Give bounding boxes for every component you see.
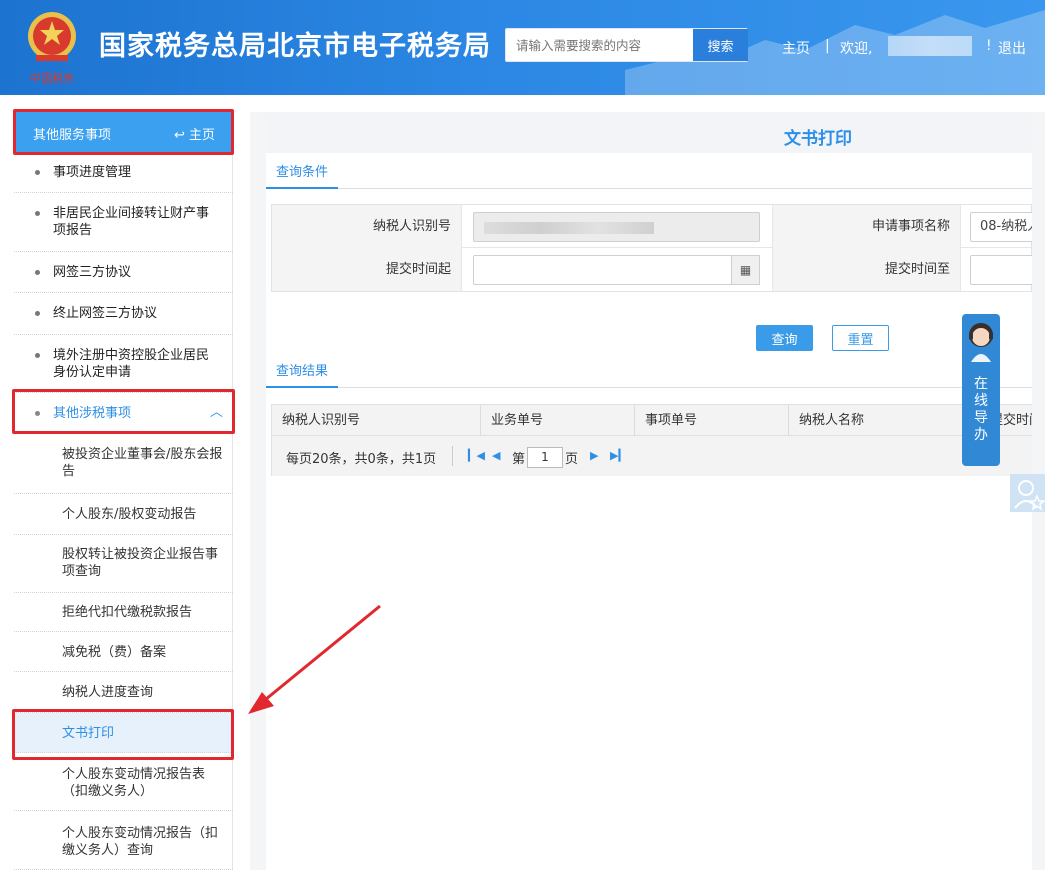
taxpayer-id-label: 纳税人识别号 [272, 205, 462, 248]
sidebar-header: 其他服务事项 ↩ 主页 [14, 112, 233, 153]
home-link[interactable]: 主页 [782, 38, 810, 58]
sidebar-item-terminate[interactable]: 终止网签三方协议 [14, 293, 233, 335]
logout-link[interactable]: 退出 [998, 38, 1026, 58]
query-row: 提交时间起 ▦ 提交时间至 [272, 248, 1032, 291]
sidebar-subitem[interactable]: 纳税人进度查询 [14, 672, 233, 713]
bullet-icon [35, 411, 40, 416]
back-arrow-icon: ↩ [174, 128, 190, 143]
taxpayer-id-field [473, 212, 760, 242]
search-button[interactable]: 搜索 [693, 29, 748, 61]
calendar-icon[interactable]: ▦ [731, 255, 760, 285]
sidebar: 其他服务事项 ↩ 主页 事项进度管理 非居民企业间接转让财产事项报告 网签三方协… [14, 112, 233, 870]
divider [266, 387, 1032, 388]
page-prefix: 第 [512, 452, 526, 467]
svg-text:中国税务: 中国税务 [30, 71, 74, 85]
tab-query-conditions[interactable]: 查询条件 [266, 158, 338, 189]
column-header: 事项单号 [635, 405, 789, 436]
guide-label: 在线导办 [962, 376, 1000, 444]
bullet-icon [35, 311, 40, 316]
bullet-icon [35, 353, 40, 358]
apply-item-select[interactable]: 08-纳税人 [970, 212, 1032, 242]
submit-from-label: 提交时间起 [272, 248, 462, 291]
page-title: 文书打印 [784, 129, 852, 149]
prev-page-icon[interactable]: ◀ [492, 449, 500, 462]
site-title: 国家税务总局北京市电子税务局 [99, 31, 491, 62]
sidebar-subitem-active[interactable]: 文书打印 [14, 713, 233, 753]
guide-text: 在线导办 [974, 376, 988, 443]
divider [266, 188, 1032, 189]
sidebar-item-other[interactable]: 其他涉税事项 ︿ [14, 393, 233, 434]
sidebar-subitem[interactable]: 个人股东变动情况报告（扣缴义务人）查询 [14, 811, 233, 870]
first-page-icon[interactable]: ▎◀ [468, 449, 485, 462]
apply-item-label: 申请事项名称 [772, 205, 961, 248]
sidebar-subitem[interactable]: 拒绝代扣代缴税款报告 [14, 593, 233, 632]
query-row: 纳税人识别号 申请事项名称 08-纳税人 [272, 205, 1032, 248]
tab-query-results[interactable]: 查询结果 [266, 357, 338, 388]
last-page-icon[interactable]: ▶▎ [610, 449, 627, 462]
sidebar-item-resident-cert[interactable]: 境外注册中资控股企业居民身份认定申请 [14, 335, 233, 393]
query-button[interactable]: 查询 [756, 325, 813, 351]
bullet-icon [35, 270, 40, 275]
assistant-avatar-icon [969, 323, 993, 362]
submit-to-input[interactable] [970, 255, 1032, 285]
nav-separator: ! [986, 38, 992, 54]
results-table: 纳税人识别号 业务单号 事项单号 纳税人名称 提交时间 每页20条，共0条，共1… [271, 404, 1032, 476]
query-form: 纳税人识别号 申请事项名称 08-纳税人 提交时间起 ▦ 提交时间至 [271, 204, 1032, 292]
sidebar-subitem[interactable]: 减免税（费）备案 [14, 632, 233, 672]
sidebar-item-progress[interactable]: 事项进度管理 [14, 153, 233, 193]
pagination: 每页20条，共0条，共1页 ▎◀ ◀ 第 1 页 ▶ ▶▎ [272, 436, 1032, 476]
search-input[interactable] [506, 29, 692, 61]
sidebar-header-label: 其他服务事项 [33, 128, 112, 143]
main-panel: 文书打印 查询条件 纳税人识别号 申请事项名称 08-纳税人 提交时间起 ▦ 提… [266, 114, 1032, 870]
bullet-icon [35, 211, 40, 216]
top-header: 中国税务 国家税务总局北京市电子税务局 搜索 主页 | 欢迎, ! 退出 [0, 0, 1045, 95]
redacted-value [484, 222, 654, 234]
page-number-input[interactable]: 1 [527, 447, 563, 468]
bullet-icon [35, 170, 40, 175]
online-guide-button[interactable]: 在线导办 [962, 314, 1000, 466]
pager-summary: 每页20条，共0条，共1页 [286, 452, 437, 467]
next-page-icon[interactable]: ▶ [590, 449, 598, 462]
sidebar-home-link[interactable]: ↩ 主页 [174, 124, 215, 143]
welcome-text: 欢迎, [840, 41, 873, 57]
username-redacted [888, 36, 972, 56]
sidebar-subitem[interactable]: 被投资企业董事会/股东会报告 [14, 434, 233, 494]
column-header: 纳税人名称 [789, 405, 980, 436]
accessibility-icon[interactable] [1010, 474, 1045, 512]
page-suffix: 页 [565, 452, 579, 467]
divider [452, 446, 453, 466]
column-header: 纳税人识别号 [272, 405, 481, 436]
submit-from-input[interactable] [473, 255, 732, 285]
sidebar-subitem[interactable]: 个人股东/股权变动报告 [14, 494, 233, 535]
search-box: 搜索 [505, 28, 748, 62]
column-header: 业务单号 [481, 405, 635, 436]
nav-separator: | [825, 38, 830, 54]
sidebar-item-tripartite[interactable]: 网签三方协议 [14, 252, 233, 293]
reset-button[interactable]: 重置 [832, 325, 889, 351]
table-header: 纳税人识别号 业务单号 事项单号 纳税人名称 提交时间 [272, 405, 1032, 436]
submit-to-label: 提交时间至 [772, 248, 961, 291]
sidebar-subitem[interactable]: 股权转让被投资企业报告事项查询 [14, 535, 233, 593]
sidebar-subitem[interactable]: 个人股东变动情况报告表（扣缴义务人） [14, 753, 233, 811]
sidebar-item-nonresident[interactable]: 非居民企业间接转让财产事项报告 [14, 193, 233, 252]
chevron-up-icon: ︿ [210, 405, 224, 420]
tax-emblem-logo: 中国税务 [22, 8, 82, 88]
panel-title-bar: 文书打印 [266, 114, 1032, 153]
